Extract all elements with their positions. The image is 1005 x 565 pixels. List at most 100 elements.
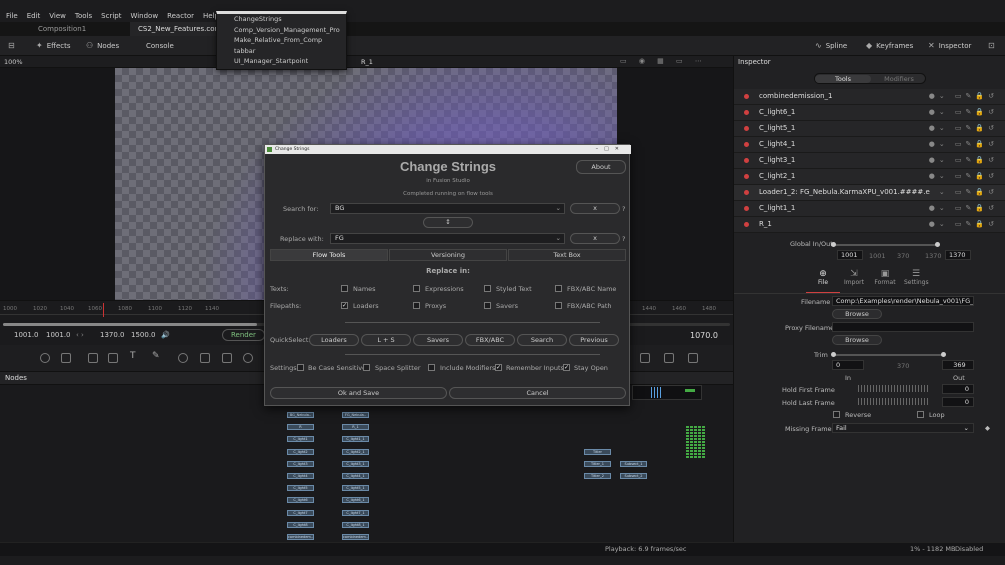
flow-node[interactable]: C_light2: [287, 448, 314, 455]
tool-row[interactable]: C_light1_1 ●⌄ ▭✎🔒↺: [734, 201, 1005, 217]
global-start-field[interactable]: 1001.0: [14, 331, 39, 339]
fbx-abc-name-checkbox[interactable]: [555, 285, 562, 292]
flow-node[interactable]: C_light1: [287, 436, 314, 443]
panel-toggle-button[interactable]: ⊟: [8, 36, 15, 56]
flow-node[interactable]: C_light4: [287, 473, 314, 479]
flow-node[interactable]: C_light8_1: [342, 521, 369, 528]
about-button[interactable]: About: [576, 160, 626, 174]
global-inout-slider[interactable]: [834, 244, 939, 246]
tool-loader-icon[interactable]: [108, 353, 118, 363]
zoom-select[interactable]: 100%: [4, 58, 23, 66]
flow-node[interactable]: C_light6: [287, 497, 314, 504]
proxy-filename-field[interactable]: [832, 322, 974, 332]
current-frame-field[interactable]: 1070.0: [690, 331, 718, 340]
loaders-checkbox[interactable]: ✓: [341, 302, 348, 309]
replace-help-icon[interactable]: ?: [622, 235, 625, 243]
savers-checkbox[interactable]: [484, 302, 491, 309]
remember-inputs-checkbox[interactable]: ✓: [495, 364, 502, 371]
hold-first-field[interactable]: 0: [942, 384, 974, 394]
console-button[interactable]: Console: [146, 36, 174, 56]
menu-item[interactable]: ChangeStrings: [217, 14, 346, 25]
subtab-settings[interactable]: ☰ Settings: [904, 269, 929, 286]
expressions-checkbox[interactable]: [413, 285, 420, 292]
render-start-field[interactable]: 1001.0: [46, 331, 71, 339]
quickselect-fbx-abc-button[interactable]: FBX/ABC: [465, 334, 515, 346]
expand-button[interactable]: ⊡: [988, 36, 995, 56]
menu-item[interactable]: UI_Manager_Startpoint: [217, 56, 346, 67]
flow-node[interactable]: Subsect_2: [620, 473, 647, 479]
hold-first-slider[interactable]: [858, 385, 928, 392]
tool-paint-icon[interactable]: ✎: [152, 351, 162, 361]
playhead[interactable]: [103, 303, 104, 317]
include-modifiers-checkbox[interactable]: [428, 364, 435, 371]
flow-node[interactable]: C_light1_1: [342, 436, 369, 443]
viewer-options-icon[interactable]: ▭ ◉ ▦ ▭ ⋯: [620, 57, 707, 65]
tab-modifiers[interactable]: Modifiers: [871, 75, 927, 83]
menu-view[interactable]: View: [49, 12, 66, 20]
tool-controls-icons[interactable]: ●⌄ ▭✎🔒↺: [929, 220, 998, 228]
flow-node[interactable]: C_light8: [287, 521, 314, 528]
trim-knob-in[interactable]: [831, 352, 836, 357]
prev-icon[interactable]: ‹ ›: [76, 331, 84, 339]
menu-item[interactable]: tabbar: [217, 46, 346, 57]
quickselect-savers-button[interactable]: Savers: [413, 334, 463, 346]
tool-renderer-icon[interactable]: [688, 353, 698, 363]
tool-controls-icons[interactable]: ●⌄ ▭✎🔒↺: [929, 156, 998, 164]
missing-frames-select[interactable]: Fail ⌄: [832, 423, 974, 433]
tab-flow-tools[interactable]: Flow Tools: [270, 249, 388, 261]
flow-node[interactable]: R: [287, 424, 314, 431]
tool-controls-icons[interactable]: ⌄ ▭✎🔒↺: [938, 188, 998, 196]
trim-knob-out[interactable]: [941, 352, 946, 357]
tool-transform-icon[interactable]: [222, 353, 232, 363]
flow-node[interactable]: C_light5: [287, 485, 314, 492]
hold-last-slider[interactable]: [858, 398, 928, 405]
flow-node[interactable]: Titler: [584, 449, 611, 455]
flow-node[interactable]: FG_Nebula..: [342, 412, 369, 418]
stay-open-checkbox[interactable]: ✓: [563, 364, 570, 371]
tool-row[interactable]: R_1 ●⌄ ▭✎🔒↺: [734, 217, 1005, 233]
flow-node[interactable]: Titler_2: [584, 473, 611, 479]
global-out-field[interactable]: 1370: [945, 250, 971, 260]
subtab-format[interactable]: ▣ Format: [874, 269, 896, 286]
menu-item[interactable]: Make_Relative_From_Comp: [217, 35, 346, 46]
tool-merge-icon[interactable]: [88, 353, 98, 363]
styled-text-checkbox[interactable]: [484, 285, 491, 292]
flow-node[interactable]: C_light5_1: [342, 485, 369, 492]
spline-button[interactable]: ∿ Spline: [815, 36, 847, 56]
slider-knob-out[interactable]: [935, 242, 940, 247]
space-splitter-checkbox[interactable]: [363, 364, 370, 371]
slider-knob-in[interactable]: [831, 242, 836, 247]
tool-mask-icon[interactable]: [200, 353, 210, 363]
proxys-checkbox[interactable]: [413, 302, 420, 309]
replace-input[interactable]: FG ⌄: [330, 233, 565, 244]
flow-node[interactable]: C_light7: [287, 509, 314, 516]
tool-image-icon[interactable]: [61, 353, 71, 363]
maximize-icon[interactable]: □: [604, 146, 615, 152]
tab-tools[interactable]: Tools: [815, 75, 871, 83]
flow-node[interactable]: BG_Nebula..: [287, 412, 314, 418]
menu-reactor[interactable]: Reactor: [167, 12, 194, 20]
flow-node[interactable]: C_light3: [287, 460, 314, 467]
global-end-field[interactable]: 1500.0: [131, 331, 156, 339]
tool-controls-icons[interactable]: ●⌄ ▭✎🔒↺: [929, 140, 998, 148]
subtab-file[interactable]: ⊕ File: [812, 269, 834, 286]
tool-row[interactable]: C_light5_1 ●⌄ ▭✎🔒↺: [734, 121, 1005, 137]
tool-particles-icon[interactable]: [178, 353, 188, 363]
tool-camera-icon[interactable]: [640, 353, 650, 363]
effects-button[interactable]: ✦ Effects: [36, 36, 71, 56]
tool-row[interactable]: C_light6_1 ●⌄ ▭✎🔒↺: [734, 105, 1005, 121]
inspector-button[interactable]: ✕ Inspector: [928, 36, 971, 56]
audio-icon[interactable]: 🔊: [161, 331, 170, 339]
close-icon[interactable]: ✕: [615, 146, 625, 152]
browse-proxy-button[interactable]: Browse: [832, 335, 882, 345]
tool-row[interactable]: C_light4_1 ●⌄ ▭✎🔒↺: [734, 137, 1005, 153]
global-in-field[interactable]: 1001: [837, 250, 863, 260]
flow-node[interactable]: Titler_1: [584, 461, 611, 467]
flow-node[interactable]: combinedem..: [287, 534, 314, 540]
loop-checkbox[interactable]: [917, 411, 924, 418]
tool-row[interactable]: C_light2_1 ●⌄ ▭✎🔒↺: [734, 169, 1005, 185]
minimize-icon[interactable]: –: [596, 146, 605, 152]
trim-out-field[interactable]: 369: [942, 360, 974, 370]
tool-row[interactable]: C_light3_1 ●⌄ ▭✎🔒↺: [734, 153, 1005, 169]
ok-and-save-button[interactable]: Ok and Save: [270, 387, 447, 399]
